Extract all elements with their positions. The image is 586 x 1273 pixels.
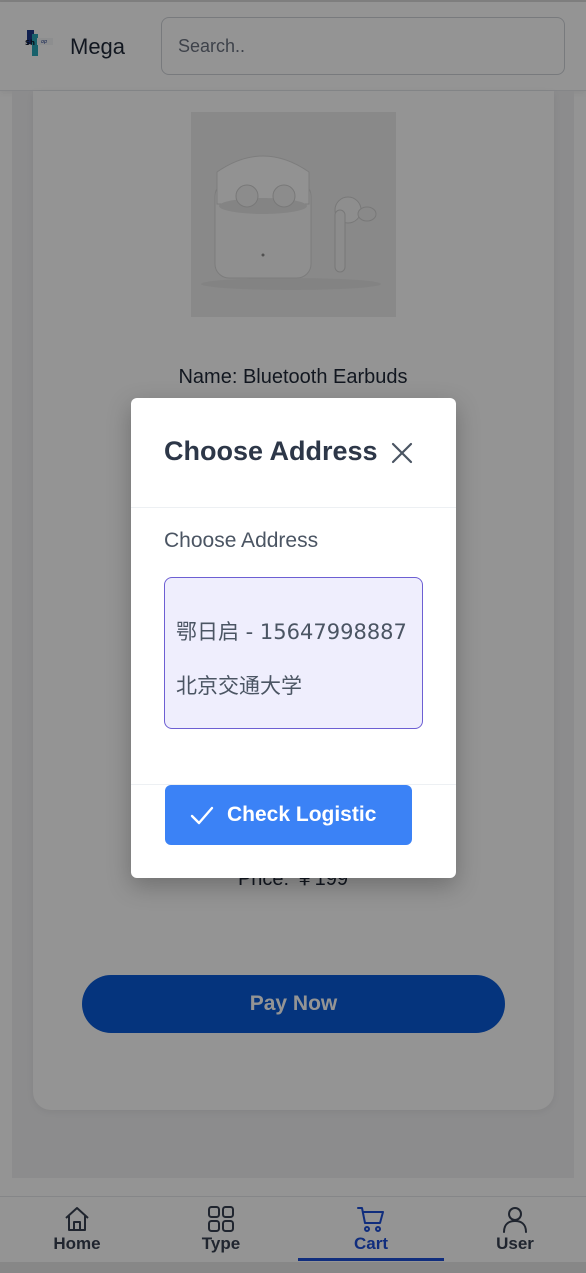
check-logistic-label: Check Logistic (227, 803, 377, 826)
check-icon (190, 806, 214, 825)
address-section-label: Choose Address (164, 529, 319, 552)
modal-title: Choose Address (164, 436, 378, 466)
modal-header-divider (131, 507, 456, 508)
close-icon[interactable] (389, 440, 415, 466)
choose-address-modal: Choose Address Choose Address 鄂日启 - 1564… (131, 398, 456, 878)
address-name-phone: 鄂日启 - 15647998887 (176, 620, 407, 644)
check-logistic-button[interactable]: Check Logistic (165, 785, 412, 845)
address-option[interactable]: 鄂日启 - 15647998887 北京交通大学 (164, 577, 423, 729)
address-location: 北京交通大学 (176, 674, 302, 698)
